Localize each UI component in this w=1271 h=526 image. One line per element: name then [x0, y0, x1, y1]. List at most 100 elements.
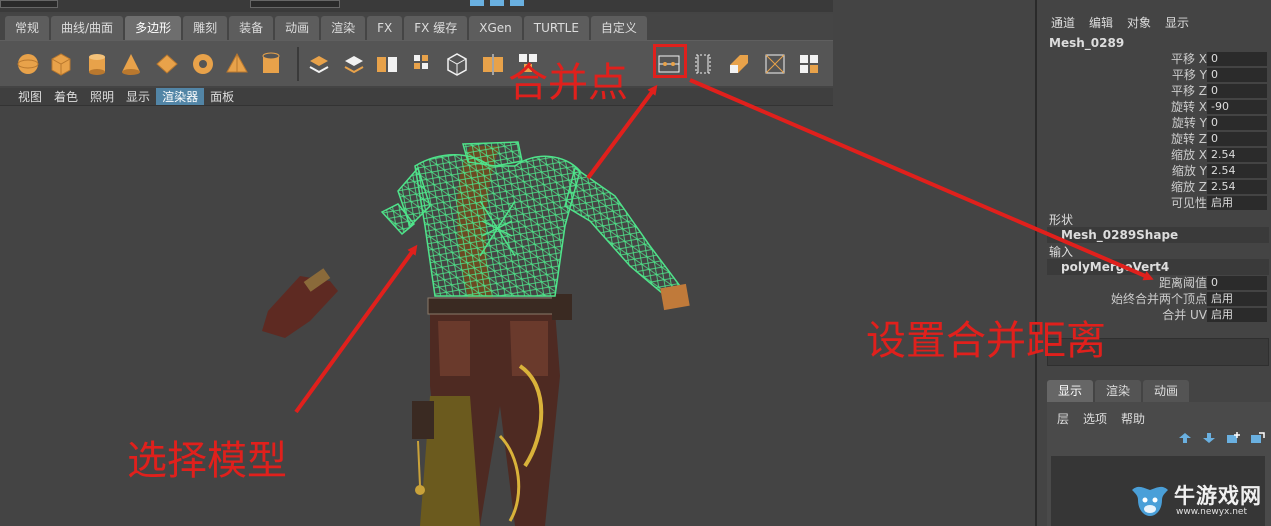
menu-set-dropdown[interactable] [0, 0, 58, 8]
shelf-tab[interactable]: FX 缓存 [404, 16, 468, 40]
shelf-tab[interactable]: 常规 [5, 16, 50, 40]
shelf-tab[interactable]: XGen [469, 16, 522, 40]
toolbar-icon[interactable] [510, 0, 524, 6]
channel-box-menu-item[interactable]: 通道 [1051, 14, 1075, 31]
toolbar-icon[interactable] [490, 0, 504, 6]
panel-menu-item[interactable]: 显示 [120, 88, 156, 105]
selection-field[interactable] [250, 0, 340, 8]
smooth-icon[interactable] [410, 51, 436, 77]
attribute-label[interactable]: 始终合并两个顶点 [1111, 291, 1207, 307]
attribute-row: 旋转 X -90 [1037, 99, 1271, 115]
set-distance-annotation: 设置合并距离 [866, 318, 1106, 364]
bull-logo-icon [1132, 486, 1168, 516]
attribute-value-field[interactable]: 0 [1207, 52, 1267, 66]
shelf-tab[interactable]: 曲线/曲面 [51, 16, 124, 40]
attribute-label[interactable]: 平移 X [1171, 51, 1207, 67]
merge-vertices-highlight [653, 44, 687, 78]
cube-icon[interactable] [48, 51, 74, 77]
layer-editor-icons [1177, 432, 1265, 444]
append-icon[interactable] [796, 51, 822, 77]
attribute-value-field[interactable]: 0 [1207, 84, 1267, 98]
shelf-tab[interactable]: 动画 [275, 16, 320, 40]
sphere-icon[interactable] [15, 51, 41, 77]
viewport-corner [833, 0, 1035, 106]
attribute-label[interactable]: 旋转 X [1171, 99, 1207, 115]
shelf-tab[interactable]: 雕刻 [183, 16, 228, 40]
panel-menu-item[interactable]: 着色 [48, 88, 84, 105]
input-node[interactable]: polyMergeVert4 [1047, 259, 1269, 275]
panel-menu-item[interactable]: 视图 [12, 88, 48, 105]
layer-editor-tabs: 显示 渲染 动画 [1047, 380, 1190, 402]
channel-box-menu-item[interactable]: 显示 [1165, 14, 1189, 31]
layer-editor-tab[interactable]: 显示 [1047, 380, 1094, 402]
attribute-value-field[interactable]: 0 [1207, 276, 1267, 290]
attribute-label[interactable]: 平移 Z [1171, 83, 1207, 99]
attribute-row: 距离阈值 0 [1037, 275, 1271, 291]
layer-editor-menu-item[interactable]: 帮助 [1121, 410, 1145, 427]
pipe-icon[interactable] [258, 51, 284, 77]
mirror-icon[interactable] [480, 51, 506, 77]
attribute-value-field[interactable]: 0 [1207, 68, 1267, 82]
attribute-label[interactable]: 缩放 X [1171, 147, 1207, 163]
shelf-tab[interactable]: 装备 [229, 16, 274, 40]
channel-box-menu-item[interactable]: 对象 [1127, 14, 1151, 31]
shelf-tab[interactable]: FX [367, 16, 403, 40]
attribute-value-field[interactable]: 0 [1207, 116, 1267, 130]
panel-menu-item[interactable]: 面板 [204, 88, 240, 105]
channel-box-menu-item[interactable]: 编辑 [1089, 14, 1113, 31]
attribute-label[interactable]: 平移 Y [1172, 67, 1207, 83]
attribute-label[interactable]: 缩放 Y [1172, 163, 1207, 179]
attribute-value-field[interactable]: 2.54 [1207, 148, 1267, 162]
torus-icon[interactable] [190, 51, 216, 77]
shelf-tab-bar: 常规 曲线/曲面 多边形 雕刻 装备 动画 渲染 FX FX 缓存 XGen TURTLE 自定义 [0, 14, 833, 40]
attribute-label[interactable]: 距离阈值 [1159, 275, 1207, 291]
pyramid-icon[interactable] [224, 51, 250, 77]
attribute-label[interactable]: 旋转 Y [1172, 115, 1207, 131]
layer-editor-menu-item[interactable]: 层 [1057, 410, 1069, 427]
attribute-label[interactable]: 可见性 [1171, 195, 1207, 211]
shelf-tab[interactable]: 多边形 [125, 16, 182, 40]
watermark-url: www.newyx.net [1176, 507, 1248, 517]
attribute-value-field[interactable]: 2.54 [1207, 164, 1267, 178]
plane-icon[interactable] [154, 51, 180, 77]
panel-menu-item[interactable]: 渲染器 [156, 88, 205, 105]
attribute-value-field[interactable]: 启用 [1207, 292, 1267, 306]
new-layer-from-selection-icon[interactable] [1249, 432, 1265, 444]
attribute-row: 缩放 Y 2.54 [1037, 163, 1271, 179]
channel-box-menu: 通道 编辑 对象 显示 [1051, 14, 1189, 31]
extrude-icon[interactable] [726, 51, 752, 77]
shelf-tab[interactable]: 渲染 [321, 16, 366, 40]
attribute-label[interactable]: 缩放 Z [1171, 179, 1207, 195]
merge-edge-icon[interactable] [690, 51, 716, 77]
move-layer-up-icon[interactable] [1177, 432, 1193, 444]
node-name[interactable]: Mesh_0289 [1049, 36, 1124, 50]
select-model-annotation: 选择模型 [127, 438, 287, 484]
attribute-row: 平移 Z0 [1037, 83, 1271, 99]
extract-icon[interactable] [374, 51, 400, 77]
attribute-row: 始终合并两个顶点 启用 [1037, 291, 1271, 307]
triangulate-icon[interactable] [444, 51, 470, 77]
attribute-label[interactable]: 合并 UV [1162, 307, 1207, 323]
shelf-tab[interactable]: 自定义 [590, 16, 647, 40]
bevel-icon[interactable] [762, 51, 788, 77]
toolbar-icon[interactable] [470, 0, 484, 6]
attribute-value-field[interactable]: 0 [1207, 132, 1267, 146]
layer-editor-menu-item[interactable]: 选项 [1083, 410, 1107, 427]
shape-node[interactable]: Mesh_0289Shape [1047, 227, 1269, 243]
move-layer-down-icon[interactable] [1201, 432, 1217, 444]
separate-icon[interactable] [341, 51, 367, 77]
attribute-value-field[interactable]: 启用 [1207, 308, 1267, 322]
combine-icon[interactable] [306, 51, 332, 77]
polygon-shelf [0, 40, 833, 86]
attribute-value-field[interactable]: 2.54 [1207, 180, 1267, 194]
shelf-tab[interactable]: TURTLE [523, 16, 589, 40]
cone-icon[interactable] [118, 51, 144, 77]
attribute-value-field[interactable]: -90 [1207, 100, 1267, 114]
layer-editor-tab[interactable]: 动画 [1143, 380, 1190, 402]
new-layer-icon[interactable] [1225, 432, 1241, 444]
attribute-value-field[interactable]: 启用 [1207, 196, 1267, 210]
cylinder-icon[interactable] [84, 51, 110, 77]
layer-editor-tab[interactable]: 渲染 [1095, 380, 1142, 402]
attribute-label[interactable]: 旋转 Z [1171, 131, 1207, 147]
panel-menu-item[interactable]: 照明 [84, 88, 120, 105]
